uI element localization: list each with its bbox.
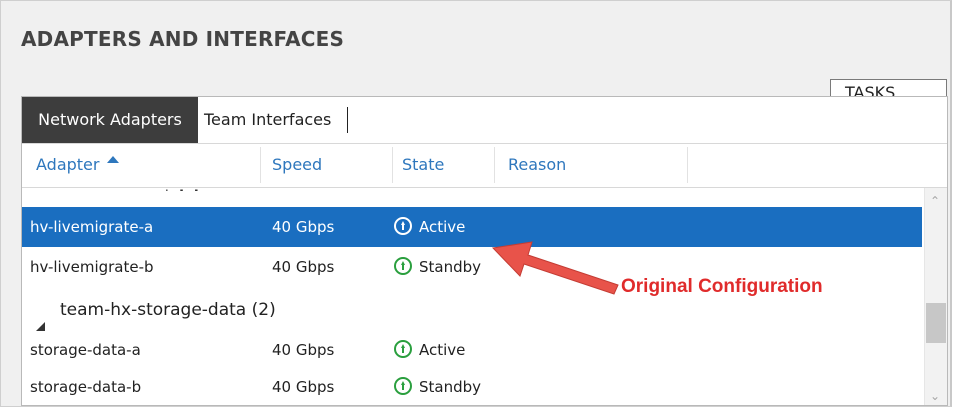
status-up-arrow-icon bbox=[394, 257, 412, 275]
tab-strip: Network Adapters Team Interfaces bbox=[22, 97, 947, 144]
adapter-speed: 40 Gbps bbox=[272, 258, 335, 276]
column-header-state[interactable]: State bbox=[402, 143, 444, 187]
sort-ascending-icon bbox=[107, 148, 119, 167]
annotation-arrow-icon bbox=[491, 241, 619, 295]
tab-team-interfaces[interactable]: Team Interfaces bbox=[204, 97, 335, 143]
table-row[interactable]: hv-livemigrate-a 40 Gbps Active bbox=[22, 207, 922, 247]
status-up-arrow-icon bbox=[394, 217, 412, 235]
column-divider[interactable] bbox=[392, 147, 393, 183]
table-row[interactable]: storage-data-b 40 Gbps Standby bbox=[22, 367, 922, 405]
column-header-speed[interactable]: Speed bbox=[272, 143, 322, 187]
adapter-speed: 40 Gbps bbox=[272, 218, 335, 236]
scroll-down-icon[interactable]: ⌄ bbox=[930, 389, 940, 403]
group-label: team-hx-storage-data (2) bbox=[60, 300, 276, 320]
column-divider[interactable] bbox=[494, 147, 495, 183]
adapters-list-frame: Network Adapters Team Interfaces Adapter… bbox=[21, 96, 948, 406]
annotation-label: Original Configuration bbox=[621, 276, 823, 297]
clipped-group-row: ╷ ╻ ╻ bbox=[162, 185, 201, 191]
adapter-name: storage-data-a bbox=[30, 341, 141, 359]
adapter-state: Standby bbox=[419, 258, 482, 276]
adapters-panel: ADAPTERS AND INTERFACES TASKS Network Ad… bbox=[0, 0, 952, 407]
adapter-speed: 40 Gbps bbox=[272, 341, 335, 359]
column-header-adapter[interactable]: Adapter bbox=[36, 143, 99, 187]
column-divider[interactable] bbox=[687, 147, 688, 183]
adapter-name: hv-livemigrate-b bbox=[30, 258, 154, 276]
adapter-state: Active bbox=[419, 218, 466, 236]
status-up-arrow-icon bbox=[394, 340, 412, 358]
column-divider[interactable] bbox=[260, 147, 261, 183]
status-up-arrow-icon bbox=[394, 377, 412, 395]
adapter-state: Active bbox=[419, 341, 466, 359]
vertical-scrollbar[interactable]: ⌃ ⌄ bbox=[924, 188, 947, 405]
table-row[interactable]: storage-data-a 40 Gbps Active bbox=[22, 330, 922, 370]
tab-separator bbox=[347, 107, 348, 133]
scroll-up-icon[interactable]: ⌃ bbox=[930, 194, 940, 208]
column-header-row: Adapter Speed State Reason bbox=[22, 143, 947, 188]
adapter-name: hv-livemigrate-a bbox=[30, 218, 154, 236]
scrollbar-thumb[interactable] bbox=[926, 303, 946, 343]
adapter-name: storage-data-b bbox=[30, 378, 142, 396]
adapter-speed: 40 Gbps bbox=[272, 378, 335, 396]
column-header-reason[interactable]: Reason bbox=[508, 143, 566, 187]
adapter-state: Standby bbox=[419, 378, 482, 396]
tab-network-adapters[interactable]: Network Adapters bbox=[22, 97, 198, 143]
panel-title: ADAPTERS AND INTERFACES bbox=[21, 27, 345, 51]
